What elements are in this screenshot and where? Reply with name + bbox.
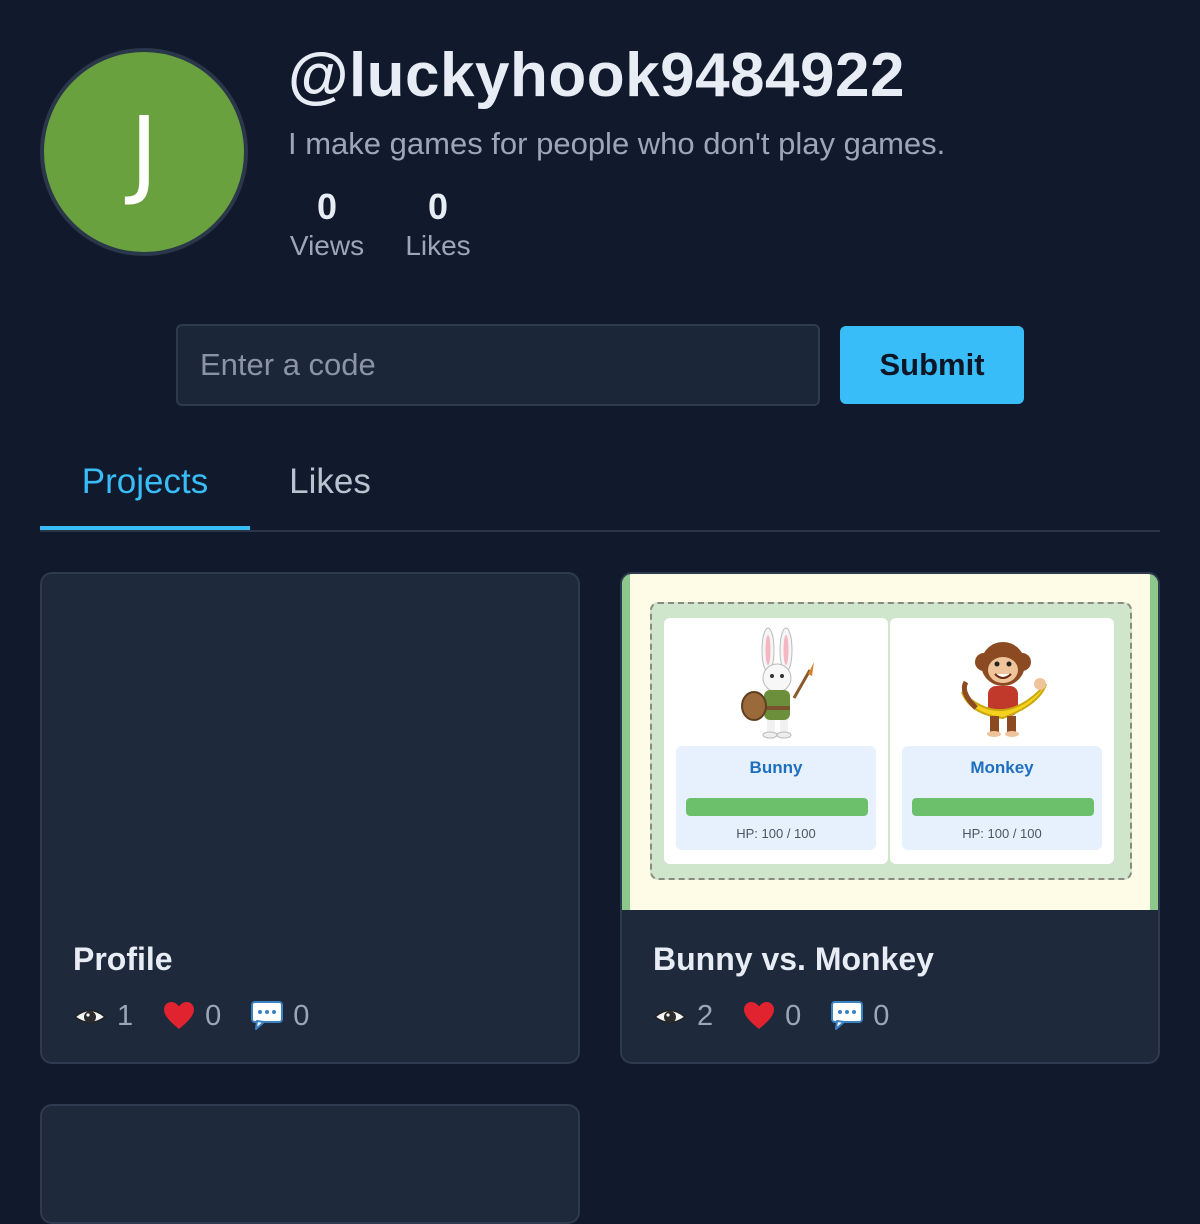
views-count: 0 (316, 186, 338, 227)
fighter-panel-monkey: Monkey HP: 100 / 100 (902, 746, 1102, 850)
project-likes: 0 (163, 1000, 221, 1033)
hp-fill (686, 798, 868, 816)
speech-bubble-icon (251, 1001, 284, 1031)
views-stat: 0 Views (288, 186, 366, 264)
tab-projects[interactable]: Projects (40, 462, 250, 522)
fighter-name: Bunny (749, 758, 803, 777)
views-value: 2 (697, 999, 714, 1032)
speech-bubble-icon (831, 1001, 864, 1031)
project-thumbnail: Bunny HP: 100 / 100 Monkey HP: 100 / 100 (622, 574, 1158, 910)
project-card-partial[interactable] (40, 1104, 580, 1224)
views-label: Views (289, 230, 365, 261)
project-comments: 0 (831, 1000, 889, 1033)
monkey-banana-icon (961, 642, 1047, 737)
project-views: 2 (653, 1000, 713, 1033)
avatar: J (40, 48, 248, 256)
bunny-warrior-icon (741, 627, 814, 739)
hp-bar (912, 798, 1094, 816)
bio: I make games for people who don't play g… (288, 126, 946, 161)
fighter-card-monkey: Monkey HP: 100 / 100 (890, 618, 1114, 864)
project-views: 1 (73, 1000, 133, 1033)
project-stats: 1 0 0 (73, 996, 339, 1036)
hp-fill (912, 798, 1094, 816)
likes-value: 0 (785, 999, 802, 1032)
avatar-initial: J (129, 96, 159, 208)
likes-stat: 0 Likes (404, 186, 472, 264)
battle-arena: Bunny HP: 100 / 100 Monkey HP: 100 / 100 (650, 602, 1132, 880)
project-title: Profile (73, 941, 173, 977)
tab-likes[interactable]: Likes (250, 462, 410, 522)
hp-text: HP: 100 / 100 (736, 826, 816, 841)
submit-button[interactable]: Submit (840, 326, 1024, 404)
comments-value: 0 (293, 999, 310, 1032)
eye-icon (73, 1004, 107, 1028)
hp-text: HP: 100 / 100 (962, 826, 1042, 841)
fighter-panel-bunny: Bunny HP: 100 / 100 (676, 746, 876, 850)
project-likes: 0 (743, 1000, 801, 1033)
tabs-divider (40, 530, 1160, 532)
comments-value: 0 (873, 999, 890, 1032)
project-card-profile[interactable]: Profile 1 0 0 (40, 572, 580, 1064)
views-value: 1 (117, 999, 134, 1032)
project-stats: 2 0 0 (653, 996, 919, 1036)
eye-icon (653, 1004, 687, 1028)
fighter-card-bunny: Bunny HP: 100 / 100 (664, 618, 888, 864)
project-card-bunny-vs-monkey[interactable]: Bunny HP: 100 / 100 Monkey HP: 100 / 100… (620, 572, 1160, 1064)
project-comments: 0 (251, 1000, 309, 1033)
heart-icon (163, 1001, 195, 1031)
thumbnail-border-left (622, 574, 630, 910)
active-tab-indicator (40, 526, 250, 530)
fighter-name: Monkey (970, 758, 1034, 777)
thumbnail-border-right (1150, 574, 1158, 910)
code-input[interactable] (176, 324, 820, 406)
heart-icon (743, 1001, 775, 1031)
likes-count: 0 (427, 186, 449, 227)
username: @luckyhook9484922 (288, 41, 905, 110)
likes-label: Likes (405, 230, 471, 261)
likes-value: 0 (205, 999, 222, 1032)
project-title: Bunny vs. Monkey (653, 941, 934, 977)
hp-bar (686, 798, 868, 816)
